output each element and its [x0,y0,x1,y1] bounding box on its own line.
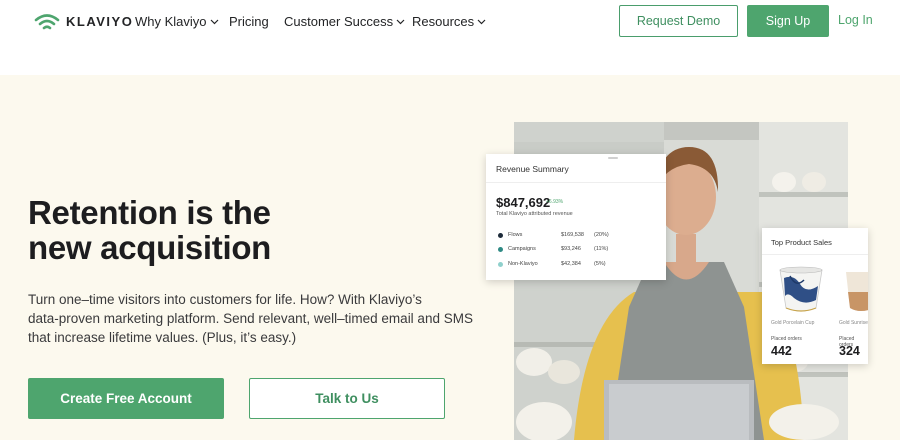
hero-headline: Retention is the new acquisition [28,195,271,265]
row-value: $93,246 [561,246,581,252]
nav-item-label: Customer Success [284,14,394,29]
log-in-link[interactable]: Log In [838,13,873,27]
nav-item-why-klaviyo[interactable]: Why Klaviyo [135,14,219,29]
divider [762,254,868,255]
nav-item-label: Pricing [229,14,269,29]
headline-line-1: Retention is the [28,194,271,231]
porcelain-cup-image [779,266,823,312]
revenue-row-campaigns: Campaigns $93,246 (11%) [498,245,656,255]
klaviyo-logo[interactable]: KLAVIYO [34,11,133,31]
row-value: $42,384 [561,261,581,267]
product-name: Gold Porcelain Cup [771,320,815,326]
description-line-3: that increase lifetime values. (Plus, it… [28,330,297,345]
revenue-subtitle: Total Klaviyo attributed revenue [496,211,573,217]
row-percent: (20%) [594,232,609,238]
request-demo-button[interactable]: Request Demo [619,5,738,37]
row-name: Flows [508,232,523,238]
product-name: Gold Sunrise [839,320,868,326]
headline-line-2: new acquisition [28,229,272,266]
row-percent: (11%) [594,246,609,252]
nav-item-label: Resources [412,14,475,29]
chevron-down-icon [396,19,405,24]
nav-item-label: Why Klaviyo [135,14,207,29]
revenue-row-flows: Flows $169,538 (20%) [498,231,656,241]
create-free-account-button[interactable]: Create Free Account [28,378,224,419]
brand-name: KLAVIYO [66,13,134,29]
nav-item-customer-success[interactable]: Customer Success [284,14,405,29]
placed-orders-value: 324 [839,344,860,358]
placed-orders-value: 442 [771,344,792,358]
legend-dot [498,233,503,238]
nav-item-resources[interactable]: Resources [412,14,486,29]
legend-dot [498,262,503,267]
legend-dot [498,247,503,252]
sunrise-cup-image [846,272,868,311]
description-line-2: data-proven marketing platform. Send rel… [28,311,473,326]
description-line-1: Turn one–time visitors into customers fo… [28,292,422,307]
row-name: Campaigns [508,246,536,252]
nav-item-pricing[interactable]: Pricing [229,14,269,29]
card-title: Revenue Summary [496,164,569,174]
revenue-amount: $847,692 [496,195,551,210]
chevron-down-icon [477,19,486,24]
logo-wifi-icon [34,14,60,30]
placed-orders-label: Placed orders [771,336,802,342]
sign-up-button[interactable]: Sign Up [747,5,829,37]
hero-description: Turn one–time visitors into customers fo… [28,290,473,347]
talk-to-us-button[interactable]: Talk to Us [249,378,445,419]
top-navigation: KLAVIYO Why Klaviyo Pricing Customer Suc… [0,0,900,75]
revenue-summary-card: Revenue Summary $847,692 +6.93% Total Kl… [486,154,666,280]
row-percent: (5%) [594,261,606,267]
revenue-row-non-klaviyo: Non-Klaviyo $42,384 (5%) [498,260,656,270]
top-product-sales-card: Top Product Sales Gold Porcelain Cup Gol… [762,228,868,364]
chevron-down-icon [210,19,218,24]
revenue-change: +6.93% [546,199,564,205]
drag-handle-icon [608,157,618,159]
divider [486,182,666,183]
row-name: Non-Klaviyo [508,261,538,267]
card-title: Top Product Sales [771,238,832,247]
row-value: $169,538 [561,232,584,238]
